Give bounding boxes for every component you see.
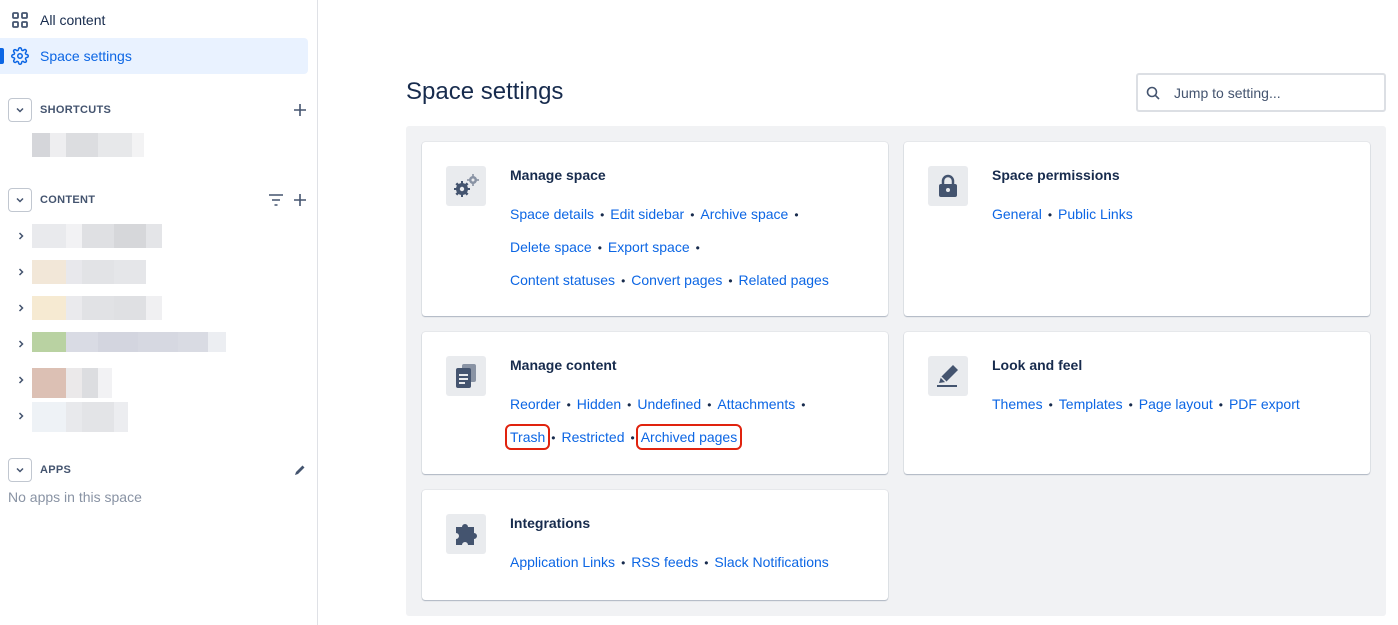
- manage-space-title: Manage space: [510, 167, 606, 183]
- add-shortcut-button[interactable]: [292, 102, 308, 118]
- content-tree-item-redacted[interactable]: [32, 332, 226, 352]
- content-tree-item-redacted[interactable]: [32, 402, 128, 432]
- apps-section-header: APPS: [8, 458, 308, 482]
- filter-icon: [269, 194, 283, 206]
- gear-icon: [10, 46, 30, 66]
- content-collapse-toggle[interactable]: [8, 188, 32, 212]
- manage-space-card: Manage space Space details • Edit sidebar •…: [422, 142, 888, 316]
- link-rss-feeds[interactable]: RSS feeds: [631, 554, 698, 570]
- content-tree-item-redacted[interactable]: [32, 368, 112, 398]
- puzzle-icon: [446, 514, 486, 554]
- link-trash[interactable]: Trash: [504, 424, 551, 450]
- link-public-links[interactable]: Public Links: [1058, 206, 1133, 222]
- link-archived-pages[interactable]: Archived pages: [635, 424, 743, 450]
- look-and-feel-links: Themes • Templates • Page layout • PDF export: [992, 396, 1300, 412]
- chevron-right-icon[interactable]: [14, 337, 28, 351]
- link-edit-sidebar[interactable]: Edit sidebar: [610, 206, 684, 222]
- link-application-links[interactable]: Application Links: [510, 554, 615, 570]
- page-title: Space settings: [406, 78, 564, 105]
- link-undefined[interactable]: Undefined: [637, 396, 701, 412]
- content-tree-item-redacted[interactable]: [32, 260, 146, 284]
- chevron-right-icon[interactable]: [14, 409, 28, 423]
- plus-icon: [294, 194, 306, 206]
- shortcut-item-redacted[interactable]: [32, 133, 144, 157]
- content-tree-item-redacted[interactable]: [32, 296, 162, 320]
- pencil-icon: [928, 356, 968, 396]
- link-attachments[interactable]: Attachments: [717, 396, 795, 412]
- grid-icon: [10, 10, 30, 30]
- link-content-statuses[interactable]: Content statuses: [510, 272, 615, 288]
- link-archive-space[interactable]: Archive space: [700, 206, 788, 222]
- settings-panel: Manage space Space details • Edit sidebar •…: [406, 126, 1386, 616]
- integrations-card: Integrations Application Links • RSS feeds…: [422, 490, 888, 600]
- link-templates[interactable]: Templates: [1059, 396, 1123, 412]
- no-apps-message: No apps in this space: [8, 489, 142, 505]
- manage-content-title: Manage content: [510, 357, 617, 373]
- nav-space-settings-label: Space settings: [40, 48, 132, 64]
- chevron-right-icon[interactable]: [14, 373, 28, 387]
- link-convert-pages[interactable]: Convert pages: [631, 272, 722, 288]
- pencil-icon: [295, 465, 305, 475]
- look-and-feel-card: Look and feel Themes • Templates • Page layo…: [904, 332, 1370, 474]
- nav-all-content[interactable]: All content: [0, 2, 308, 38]
- nav-space-settings[interactable]: Space settings: [0, 38, 308, 74]
- link-related-pages[interactable]: Related pages: [739, 272, 829, 288]
- content-tree-item-redacted[interactable]: [32, 224, 162, 248]
- chevron-down-icon: [16, 467, 24, 473]
- chevron-right-icon[interactable]: [14, 229, 28, 243]
- jump-to-setting-search[interactable]: [1136, 73, 1386, 112]
- link-themes[interactable]: Themes: [992, 396, 1043, 412]
- integrations-links: Application Links • RSS feeds • Slack Notifi…: [510, 554, 829, 570]
- space-permissions-card: Space permissions General • Public Links: [904, 142, 1370, 316]
- link-space-details[interactable]: Space details: [510, 206, 594, 222]
- link-slack-notifications[interactable]: Slack Notifications: [714, 554, 828, 570]
- space-permissions-links: General • Public Links: [992, 206, 1133, 222]
- edit-apps-button[interactable]: [292, 462, 308, 478]
- add-content-button[interactable]: [292, 192, 308, 208]
- lock-icon: [928, 166, 968, 206]
- manage-content-links: Reorder • Hidden • Undefined • Attachments • Tr…: [504, 396, 806, 450]
- documents-icon: [446, 356, 486, 396]
- filter-content-button[interactable]: [268, 192, 284, 208]
- link-reorder[interactable]: Reorder: [510, 396, 561, 412]
- chevron-down-icon: [16, 197, 24, 203]
- gears-icon: [446, 166, 486, 206]
- content-section-header: CONTENT: [8, 188, 308, 212]
- manage-content-card: Manage content Reorder • Hidden • Undefined •…: [422, 332, 888, 474]
- link-export-space[interactable]: Export space: [608, 239, 690, 255]
- space-permissions-title: Space permissions: [992, 167, 1120, 183]
- link-restricted[interactable]: Restricted: [561, 429, 624, 445]
- jump-to-setting-input[interactable]: [1174, 84, 1364, 101]
- sidebar: All content Space settings SHORTCUTS CON…: [0, 0, 318, 625]
- search-icon: [1146, 86, 1160, 100]
- plus-icon: [294, 104, 306, 116]
- shortcuts-title: SHORTCUTS: [40, 104, 112, 116]
- integrations-title: Integrations: [510, 515, 591, 531]
- link-hidden[interactable]: Hidden: [577, 396, 621, 412]
- shortcuts-collapse-toggle[interactable]: [8, 98, 32, 122]
- apps-collapse-toggle[interactable]: [8, 458, 32, 482]
- chevron-down-icon: [16, 107, 24, 113]
- chevron-right-icon[interactable]: [14, 301, 28, 315]
- chevron-right-icon[interactable]: [14, 265, 28, 279]
- nav-all-content-label: All content: [40, 12, 106, 28]
- manage-space-links: Space details • Edit sidebar • Archive space…: [510, 206, 829, 288]
- link-page-layout[interactable]: Page layout: [1139, 396, 1213, 412]
- shortcuts-section-header: SHORTCUTS: [8, 98, 308, 122]
- apps-title: APPS: [40, 464, 72, 476]
- link-general[interactable]: General: [992, 206, 1042, 222]
- link-delete-space[interactable]: Delete space: [510, 239, 592, 255]
- look-and-feel-title: Look and feel: [992, 357, 1083, 373]
- content-title: CONTENT: [40, 194, 96, 206]
- link-pdf-export[interactable]: PDF export: [1229, 396, 1300, 412]
